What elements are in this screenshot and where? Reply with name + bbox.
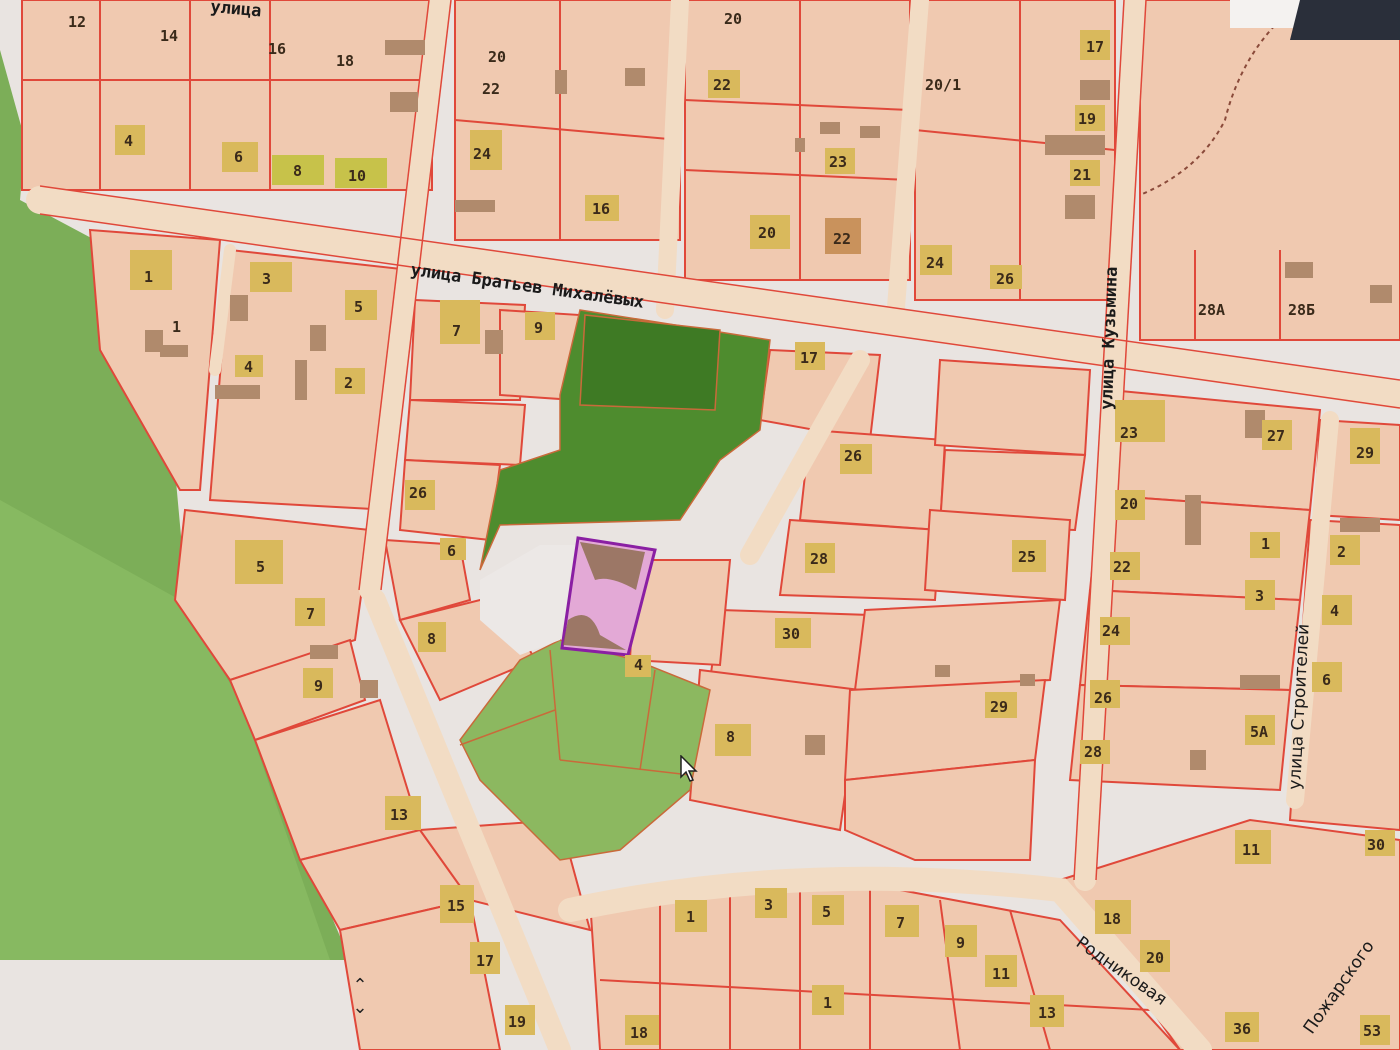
svg-text:22: 22 [713, 76, 731, 94]
cadastral-map[interactable]: улица улица Братьев Михалёвых улица Кузь… [0, 0, 1400, 1050]
svg-text:10: 10 [348, 167, 366, 185]
svg-text:28: 28 [1084, 743, 1102, 761]
svg-text:5: 5 [354, 298, 363, 316]
svg-text:26: 26 [1094, 689, 1112, 707]
svg-text:1: 1 [686, 908, 695, 926]
svg-text:28А: 28А [1198, 301, 1225, 319]
svg-text:24: 24 [473, 145, 491, 163]
svg-text:18: 18 [630, 1024, 648, 1042]
svg-text:4: 4 [1330, 602, 1339, 620]
svg-text:15: 15 [447, 897, 465, 915]
svg-text:1: 1 [823, 994, 832, 1012]
svg-text:13: 13 [1038, 1004, 1056, 1022]
svg-text:5: 5 [822, 903, 831, 921]
svg-text:18: 18 [1103, 910, 1121, 928]
svg-text:8: 8 [293, 162, 302, 180]
svg-text:3: 3 [1255, 587, 1264, 605]
svg-text:19: 19 [1078, 110, 1096, 128]
svg-text:16: 16 [268, 40, 286, 58]
svg-text:5: 5 [256, 558, 265, 576]
scroll-control[interactable]: ⌃ ⌄ [340, 975, 380, 1025]
svg-text:9: 9 [314, 677, 323, 695]
svg-text:22: 22 [482, 80, 500, 98]
svg-text:17: 17 [476, 952, 494, 970]
svg-text:7: 7 [452, 322, 461, 340]
mouse-cursor-icon [680, 755, 698, 782]
svg-text:53: 53 [1363, 1022, 1381, 1040]
svg-text:13: 13 [390, 806, 408, 824]
svg-text:12: 12 [68, 13, 86, 31]
svg-text:30: 30 [782, 625, 800, 643]
scroll-down-icon[interactable]: ⌄ [340, 997, 380, 1019]
svg-text:22: 22 [833, 230, 851, 248]
svg-text:6: 6 [447, 542, 456, 560]
svg-text:6: 6 [1322, 671, 1331, 689]
svg-text:21: 21 [1073, 166, 1091, 184]
svg-text:16: 16 [592, 200, 610, 218]
svg-text:23: 23 [1120, 424, 1138, 442]
svg-text:29: 29 [1356, 444, 1374, 462]
svg-text:30: 30 [1367, 836, 1385, 854]
svg-text:4: 4 [634, 656, 643, 674]
svg-text:26: 26 [409, 484, 427, 502]
svg-text:20: 20 [1146, 949, 1164, 967]
svg-text:20: 20 [1120, 495, 1138, 513]
svg-text:14: 14 [160, 27, 178, 45]
svg-text:4: 4 [124, 132, 133, 150]
svg-text:2: 2 [1337, 543, 1346, 561]
svg-text:8: 8 [427, 630, 436, 648]
svg-text:18: 18 [336, 52, 354, 70]
svg-text:24: 24 [926, 254, 944, 272]
svg-text:24: 24 [1102, 622, 1120, 640]
svg-text:9: 9 [534, 319, 543, 337]
svg-text:27: 27 [1267, 427, 1285, 445]
svg-text:22: 22 [1113, 558, 1131, 576]
svg-text:28Б: 28Б [1288, 301, 1315, 319]
svg-text:20: 20 [488, 48, 506, 66]
svg-text:23: 23 [829, 153, 847, 171]
svg-text:7: 7 [306, 605, 315, 623]
svg-text:4: 4 [244, 358, 253, 376]
svg-text:20: 20 [724, 10, 742, 28]
svg-text:11: 11 [992, 965, 1010, 983]
svg-text:5А: 5А [1250, 723, 1268, 741]
svg-text:26: 26 [844, 447, 862, 465]
svg-text:19: 19 [508, 1013, 526, 1031]
svg-text:2: 2 [344, 374, 353, 392]
svg-text:36: 36 [1233, 1020, 1251, 1038]
svg-text:26: 26 [996, 270, 1014, 288]
svg-text:7: 7 [896, 914, 905, 932]
svg-text:3: 3 [262, 270, 271, 288]
svg-text:28: 28 [810, 550, 828, 568]
svg-text:25: 25 [1018, 548, 1036, 566]
svg-text:20: 20 [758, 224, 776, 242]
svg-text:11: 11 [1242, 841, 1260, 859]
svg-text:1: 1 [144, 268, 153, 286]
svg-text:1: 1 [1261, 535, 1270, 553]
svg-text:17: 17 [1086, 38, 1104, 56]
svg-text:29: 29 [990, 698, 1008, 716]
scroll-up-icon[interactable]: ⌃ [340, 975, 380, 997]
svg-text:6: 6 [234, 148, 243, 166]
svg-text:8: 8 [726, 728, 735, 746]
svg-text:20/1: 20/1 [925, 76, 961, 94]
svg-text:9: 9 [956, 934, 965, 952]
svg-text:3: 3 [764, 896, 773, 914]
svg-text:1: 1 [172, 318, 181, 336]
svg-text:17: 17 [800, 349, 818, 367]
